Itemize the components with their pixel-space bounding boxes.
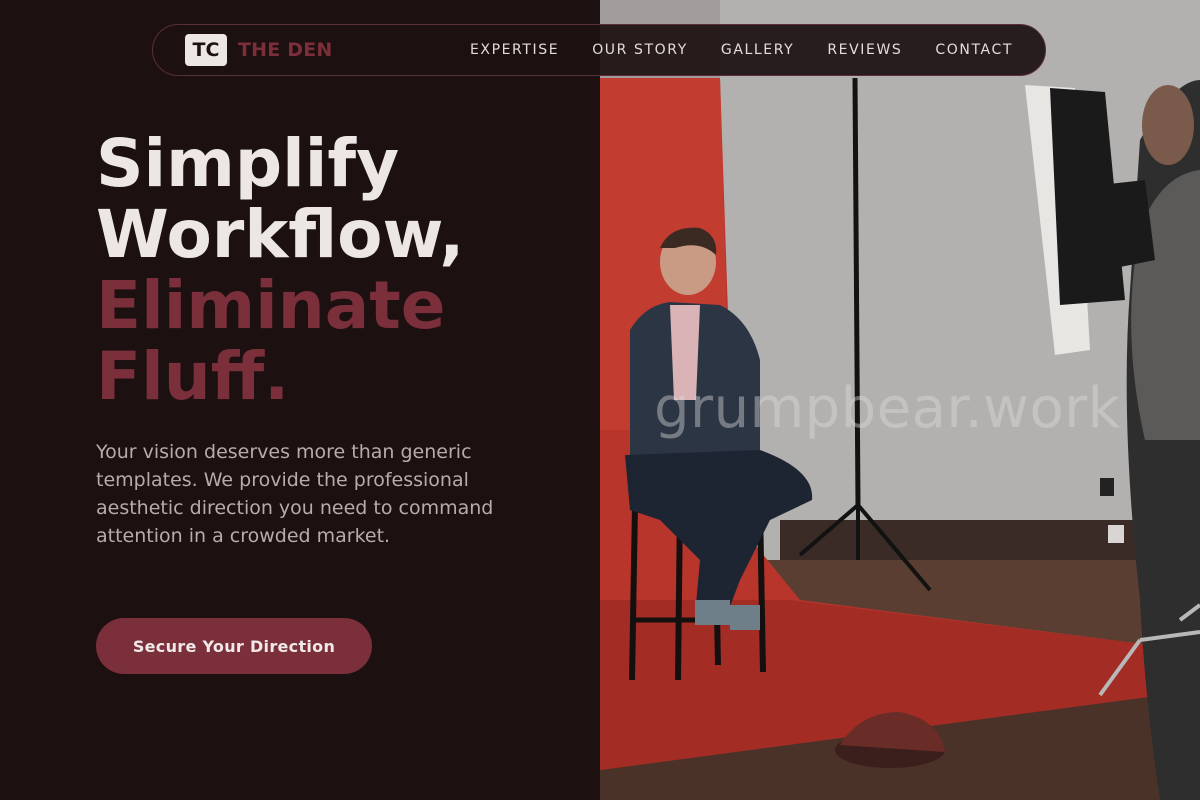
nav-link-reviews[interactable]: REVIEWS bbox=[827, 42, 902, 58]
watermark-text: grumpbear.work bbox=[654, 376, 1121, 441]
headline-accent-line-2: Fluff. bbox=[96, 338, 290, 415]
headline-line-1: Simplify bbox=[96, 125, 400, 202]
nav-links: EXPERTISE OUR STORY GALLERY REVIEWS CONT… bbox=[437, 42, 1013, 58]
brand-badge: TC bbox=[185, 34, 227, 66]
nav-link-contact[interactable]: CONTACT bbox=[935, 42, 1013, 58]
nav-link-gallery[interactable]: GALLERY bbox=[721, 42, 794, 58]
nav-link-our-story[interactable]: OUR STORY bbox=[592, 42, 688, 58]
secure-direction-button[interactable]: Secure Your Direction bbox=[96, 618, 372, 674]
landing-page: Simplify Workflow, Eliminate Fluff. Your… bbox=[0, 0, 1200, 800]
hero-headline: Simplify Workflow, Eliminate Fluff. bbox=[96, 128, 596, 412]
brand-logo[interactable]: TC THE DEN bbox=[185, 34, 333, 66]
top-navbar: TC THE DEN EXPERTISE OUR STORY GALLERY R… bbox=[152, 24, 1046, 76]
hero-subtext: Your vision deserves more than generic t… bbox=[96, 441, 494, 547]
hero-left-panel: Simplify Workflow, Eliminate Fluff. Your… bbox=[0, 0, 600, 800]
headline-accent-line-1: Eliminate bbox=[96, 267, 446, 344]
headline-line-2: Workflow, bbox=[96, 196, 465, 273]
nav-link-expertise[interactable]: EXPERTISE bbox=[470, 42, 559, 58]
brand-name: THE DEN bbox=[238, 39, 333, 61]
